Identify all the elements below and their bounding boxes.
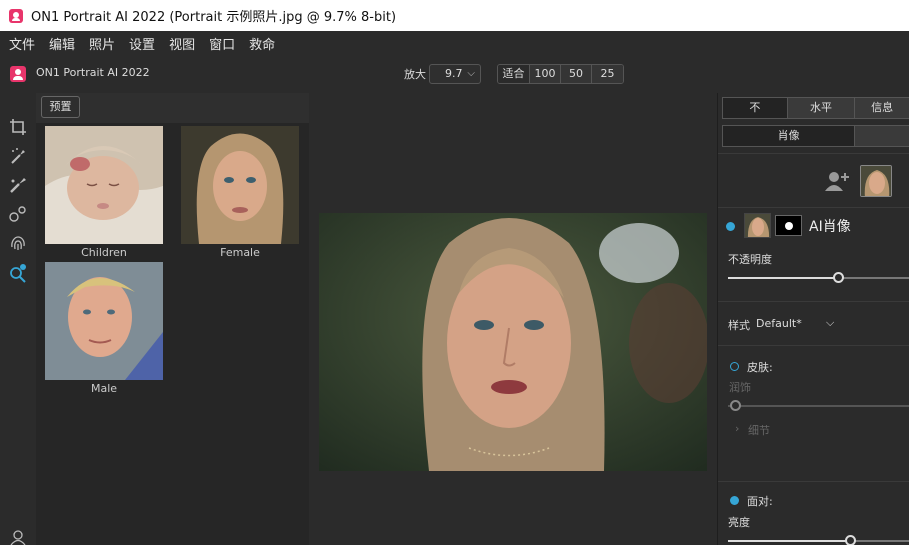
- menu-edit[interactable]: 编辑: [49, 34, 75, 53]
- title-bar: ON1 Portrait AI 2022 (Portrait 示例照片.jpg …: [0, 0, 909, 31]
- opacity-label: 不透明度: [728, 253, 772, 266]
- smooth-label: 润饰: [729, 381, 751, 394]
- add-face-icon[interactable]: [824, 170, 850, 192]
- zoom-preset-group: 适合 100 50 25: [497, 64, 624, 84]
- brand-logo-icon: [10, 66, 26, 82]
- preset-children[interactable]: Children: [45, 126, 163, 259]
- face-label: 面对:: [747, 495, 773, 508]
- chevron-down-icon: ⌵: [467, 68, 475, 79]
- chevron-right-icon[interactable]: ›: [735, 422, 739, 435]
- menu-photo[interactable]: 照片: [89, 34, 115, 53]
- divider: [718, 345, 909, 346]
- tab-portrait[interactable]: 肖像: [723, 126, 855, 146]
- face-toggle-dot[interactable]: [730, 496, 739, 505]
- mode-tabs: 肖像: [722, 125, 909, 147]
- fingerprint-icon[interactable]: [8, 233, 28, 253]
- menu-settings[interactable]: 设置: [129, 34, 155, 53]
- preset-male[interactable]: Male: [45, 262, 163, 395]
- brightness-label: 亮度: [728, 516, 750, 529]
- layer-name: AI肖像: [809, 219, 851, 235]
- menu-window[interactable]: 窗口: [209, 34, 235, 53]
- skin-label: 皮肤:: [747, 361, 773, 374]
- opacity-slider-fill: [728, 277, 838, 279]
- zoom-value: 9.7: [445, 67, 463, 80]
- divider: [718, 207, 909, 208]
- mask-thumbnail[interactable]: [775, 215, 802, 236]
- preset-caption: Male: [90, 382, 118, 395]
- zoom-50-button[interactable]: 50: [560, 65, 591, 83]
- tab-layers[interactable]: 不: [723, 98, 787, 118]
- male-thumbnail: [45, 262, 163, 380]
- style-label: 样式: [728, 319, 750, 332]
- style-select[interactable]: Default*: [756, 317, 802, 330]
- app-icon: [9, 8, 23, 23]
- smooth-slider-track[interactable]: [728, 405, 909, 407]
- brightness-slider-fill: [728, 540, 850, 542]
- detected-face-thumbnail[interactable]: [860, 165, 892, 197]
- tab-levels[interactable]: 水平: [786, 98, 855, 118]
- window-title: ON1 Portrait AI 2022 (Portrait 示例照片.jpg …: [31, 10, 397, 25]
- skin-toggle-dot[interactable]: [730, 362, 739, 371]
- menu-file[interactable]: 文件: [9, 34, 35, 53]
- crop-icon[interactable]: [8, 117, 28, 137]
- menu-bar: 文件 编辑 照片 设置 视图 窗口 救命: [0, 31, 909, 56]
- tab-info[interactable]: 信息: [854, 98, 909, 118]
- divider: [718, 153, 909, 154]
- detail-label[interactable]: 细节: [748, 422, 770, 438]
- zoom-25-button[interactable]: 25: [591, 65, 623, 83]
- opacity-slider-knob[interactable]: [832, 272, 844, 283]
- preset-caption: Female: [220, 246, 260, 259]
- adjust-brush-icon[interactable]: [8, 175, 28, 195]
- divider: [718, 481, 909, 482]
- retouch-brush-icon[interactable]: [8, 146, 28, 166]
- panel-tabs: 不 水平 信息: [722, 97, 909, 119]
- tool-strip: [0, 93, 36, 545]
- preset-female[interactable]: Female: [181, 126, 299, 259]
- children-thumbnail: [45, 126, 163, 244]
- layer-visibility-dot[interactable]: [726, 222, 735, 231]
- app-name: ON1 Portrait AI 2022: [36, 66, 150, 79]
- menu-help[interactable]: 救命: [249, 34, 275, 53]
- layer-thumbnail[interactable]: [744, 213, 771, 238]
- face-search-icon[interactable]: [8, 263, 28, 283]
- chevron-down-icon[interactable]: ⌵: [826, 316, 834, 330]
- zoom-label: 放大: [404, 68, 426, 81]
- smooth-slider-knob[interactable]: [730, 400, 741, 411]
- main-photo[interactable]: [319, 213, 707, 471]
- user-icon[interactable]: [9, 530, 27, 545]
- female-thumbnail: [181, 126, 299, 244]
- preset-caption: Children: [81, 246, 127, 259]
- divider: [718, 301, 909, 302]
- blemish-icon[interactable]: [8, 204, 28, 224]
- zoom-100-button[interactable]: 100: [529, 65, 560, 83]
- tab-secondary[interactable]: [854, 126, 909, 146]
- brightness-slider-knob[interactable]: [844, 535, 856, 545]
- presets-tab[interactable]: 预置: [41, 96, 80, 118]
- menu-view[interactable]: 视图: [169, 34, 195, 53]
- zoom-select[interactable]: 9.7 ⌵: [429, 64, 481, 84]
- zoom-fit-button[interactable]: 适合: [498, 65, 529, 83]
